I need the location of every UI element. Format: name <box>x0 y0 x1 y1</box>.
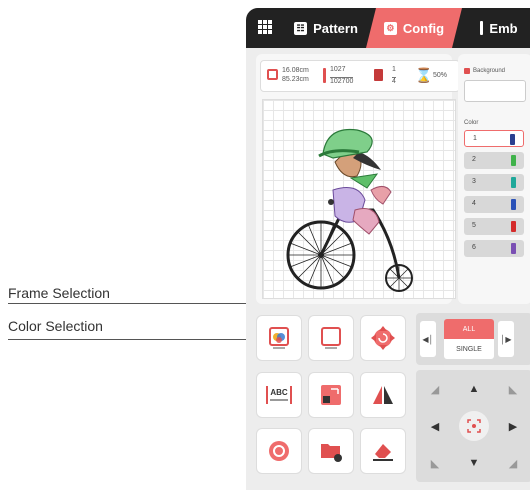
eraser-button[interactable] <box>360 428 406 474</box>
arrow-down-right-icon: ◢ <box>508 457 518 470</box>
color-row-number: 1 <box>473 135 477 142</box>
rotate-icon <box>371 326 395 350</box>
resize-icon <box>321 385 341 405</box>
frame-selection-icon <box>321 327 341 349</box>
color-row-1[interactable]: 1 <box>464 130 524 147</box>
pattern-icon: ☷ <box>294 21 308 35</box>
text-measure-button[interactable]: ABC <box>256 372 302 418</box>
move-down-left-button[interactable]: ◣ <box>422 450 448 476</box>
spool-icon <box>511 199 516 210</box>
color-row-4[interactable]: 4 <box>464 196 524 213</box>
move-down-button[interactable]: ▼ <box>461 450 487 476</box>
stitches-done: 1027 <box>330 66 346 73</box>
config-icon: ⚙ <box>384 22 397 35</box>
image-icon <box>464 68 470 74</box>
mirror-button[interactable] <box>360 372 406 418</box>
center-target-icon <box>467 419 481 433</box>
arrow-right-icon: ▶ <box>508 420 518 433</box>
background-label-text: Background <box>473 68 506 74</box>
color-row-2[interactable]: 2 <box>464 152 524 169</box>
mode-single-button[interactable]: SINGLE <box>444 339 494 359</box>
prev-color-button[interactable]: ◀│ <box>420 321 436 357</box>
color-label: Color <box>464 120 479 126</box>
frame-selection-callout: Frame Selection <box>8 285 110 301</box>
rotate-button[interactable] <box>360 315 406 361</box>
spool-icon <box>511 155 516 166</box>
color-total: 4 <box>392 77 396 85</box>
thread-spool-icon <box>374 69 383 81</box>
background-selector[interactable] <box>464 80 526 102</box>
color-selection-callout: Color Selection <box>8 318 103 334</box>
arrow-left-icon: ◀ <box>430 420 440 433</box>
needle-icon <box>480 21 484 35</box>
frame-selection-button[interactable] <box>308 315 354 361</box>
arrow-down-left-icon: ◣ <box>430 457 440 470</box>
color-index: 1 <box>392 66 396 73</box>
resize-button[interactable] <box>308 372 354 418</box>
skip-prev-icon: ◀│ <box>422 334 434 344</box>
color-row-number: 4 <box>472 200 476 207</box>
color-row-6[interactable]: 6 <box>464 240 524 257</box>
center-button[interactable] <box>459 411 489 441</box>
loop-icon <box>269 441 289 461</box>
color-selection-icon <box>269 327 289 349</box>
move-up-button[interactable]: ▲ <box>461 376 487 402</box>
eraser-icon <box>373 444 393 461</box>
move-left-button[interactable]: ◀ <box>422 413 448 439</box>
top-bar: ☷ Pattern ⚙ Config Emb <box>246 8 530 48</box>
spool-icon <box>511 243 516 254</box>
info-bar: 16.08cm 85.23cm 1027 102700 1 4 ⌛ 50% <box>260 60 460 92</box>
menu-grid-icon[interactable] <box>258 20 272 34</box>
hourglass-icon: ⌛ <box>415 67 433 83</box>
tab-config[interactable]: ⚙ Config <box>366 8 462 48</box>
color-row-number: 5 <box>472 222 476 229</box>
spool-icon <box>511 177 516 188</box>
add-folder-icon <box>321 444 342 462</box>
move-down-right-button[interactable]: ◢ <box>500 450 526 476</box>
hoop-size-icon <box>267 69 278 80</box>
color-row-3[interactable]: 3 <box>464 174 524 191</box>
loop-button[interactable] <box>256 428 302 474</box>
arrow-up-left-icon: ◢ <box>430 383 440 396</box>
skip-next-icon: │▶ <box>500 334 512 344</box>
tab-pattern-label: Pattern <box>313 20 358 36</box>
background-label: Background <box>464 68 505 74</box>
move-up-left-button[interactable]: ◢ <box>422 376 448 402</box>
arrow-down-icon: ▼ <box>468 457 480 469</box>
embroidery-app: ☷ Pattern ⚙ Config Emb 16.08cm 85.23cm 1… <box>246 8 530 490</box>
color-row-number: 3 <box>472 178 476 185</box>
color-selection-button[interactable] <box>256 315 302 361</box>
color-row-number: 2 <box>472 156 476 163</box>
stitches-total: 102700 <box>330 77 354 85</box>
mirror-icon <box>373 386 393 404</box>
embroidery-design-image <box>286 128 413 292</box>
design-height: 85.23cm <box>282 76 309 83</box>
progress-value: 50% <box>433 72 448 79</box>
svg-text:ABC: ABC <box>270 388 288 397</box>
text-measure-icon: ABC <box>266 386 292 404</box>
mode-all-button[interactable]: ALL <box>444 319 494 339</box>
spool-icon <box>510 134 515 145</box>
color-row-5[interactable]: 5 <box>464 218 524 235</box>
tab-emb-label: Emb <box>489 20 518 36</box>
design-canvas[interactable] <box>262 99 456 299</box>
spool-icon <box>511 221 516 232</box>
tab-emb[interactable]: Emb <box>462 8 530 48</box>
arrow-up-icon: ▲ <box>468 383 480 395</box>
next-color-button[interactable]: │▶ <box>498 321 514 357</box>
add-folder-button[interactable] <box>308 428 354 474</box>
arrow-up-right-icon: ◣ <box>508 383 518 396</box>
tab-pattern[interactable]: ☷ Pattern <box>286 8 366 48</box>
move-up-right-button[interactable]: ◣ <box>500 376 526 402</box>
design-width: 16.08cm <box>282 67 309 74</box>
move-right-button[interactable]: ▶ <box>500 413 526 439</box>
tab-config-label: Config <box>402 20 445 36</box>
needle-count-icon <box>323 68 326 83</box>
color-callout-line <box>8 339 268 340</box>
color-row-number: 6 <box>472 244 476 251</box>
